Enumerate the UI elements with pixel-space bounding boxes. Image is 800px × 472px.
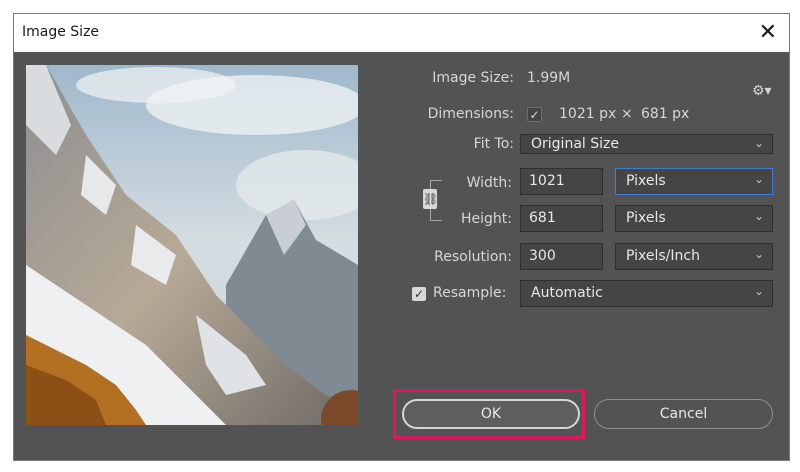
chevron-down-icon: ⌄ bbox=[753, 209, 764, 223]
dialog-title: Image Size bbox=[22, 24, 100, 40]
dimensions-label: Dimensions: bbox=[427, 106, 514, 122]
resolution-unit-value: Pixels/Inch bbox=[626, 248, 700, 264]
close-icon[interactable]: ✕ bbox=[759, 20, 777, 45]
fit-to-value: Original Size bbox=[531, 136, 619, 152]
fit-to-select[interactable]: Original Size ⌄ bbox=[520, 134, 773, 154]
gear-icon[interactable]: ⚙▾ bbox=[752, 83, 772, 99]
link-chain-icon[interactable]: ⛓ bbox=[423, 189, 438, 209]
image-size-dialog: Image Size ✕ Image Size: 1.99M ⚙▾ Dimens… bbox=[13, 13, 790, 461]
dimensions-height: 681 px bbox=[641, 106, 690, 122]
cancel-button[interactable]: Cancel bbox=[594, 399, 773, 429]
resolution-label: Resolution: bbox=[434, 249, 512, 265]
width-unit-value: Pixels bbox=[626, 173, 666, 189]
dimensions-dropdown-icon[interactable]: ✓ bbox=[527, 107, 542, 122]
width-label: Width: bbox=[466, 175, 512, 191]
height-label: Height: bbox=[461, 211, 512, 227]
chevron-down-icon: ⌄ bbox=[753, 247, 764, 261]
width-input[interactable]: 1021 bbox=[520, 168, 603, 195]
ok-highlight-box bbox=[393, 389, 585, 439]
resample-label: Resample: bbox=[433, 285, 507, 301]
resample-checkbox[interactable]: ✓ bbox=[412, 287, 426, 301]
chevron-down-icon: ⌄ bbox=[753, 136, 764, 150]
dimensions-times: × bbox=[621, 106, 633, 122]
title-bar: Image Size ✕ bbox=[14, 14, 789, 52]
fit-to-label: Fit To: bbox=[473, 136, 514, 152]
resample-value: Automatic bbox=[531, 285, 603, 301]
mountain-image bbox=[26, 65, 358, 425]
width-unit-select[interactable]: Pixels ⌄ bbox=[615, 168, 773, 195]
height-unit-value: Pixels bbox=[626, 210, 666, 226]
dimensions-width: 1021 px bbox=[559, 106, 617, 122]
image-size-label: Image Size: bbox=[432, 70, 514, 86]
chevron-down-icon: ⌄ bbox=[753, 284, 764, 298]
resolution-input[interactable]: 300 bbox=[520, 243, 603, 270]
resample-select[interactable]: Automatic ⌄ bbox=[520, 280, 773, 307]
height-unit-select[interactable]: Pixels ⌄ bbox=[615, 205, 773, 232]
resolution-unit-select[interactable]: Pixels/Inch ⌄ bbox=[615, 243, 773, 270]
height-input[interactable]: 681 bbox=[520, 205, 603, 232]
image-size-value: 1.99M bbox=[527, 70, 571, 86]
image-preview bbox=[26, 65, 358, 425]
chevron-down-icon: ⌄ bbox=[753, 172, 764, 186]
